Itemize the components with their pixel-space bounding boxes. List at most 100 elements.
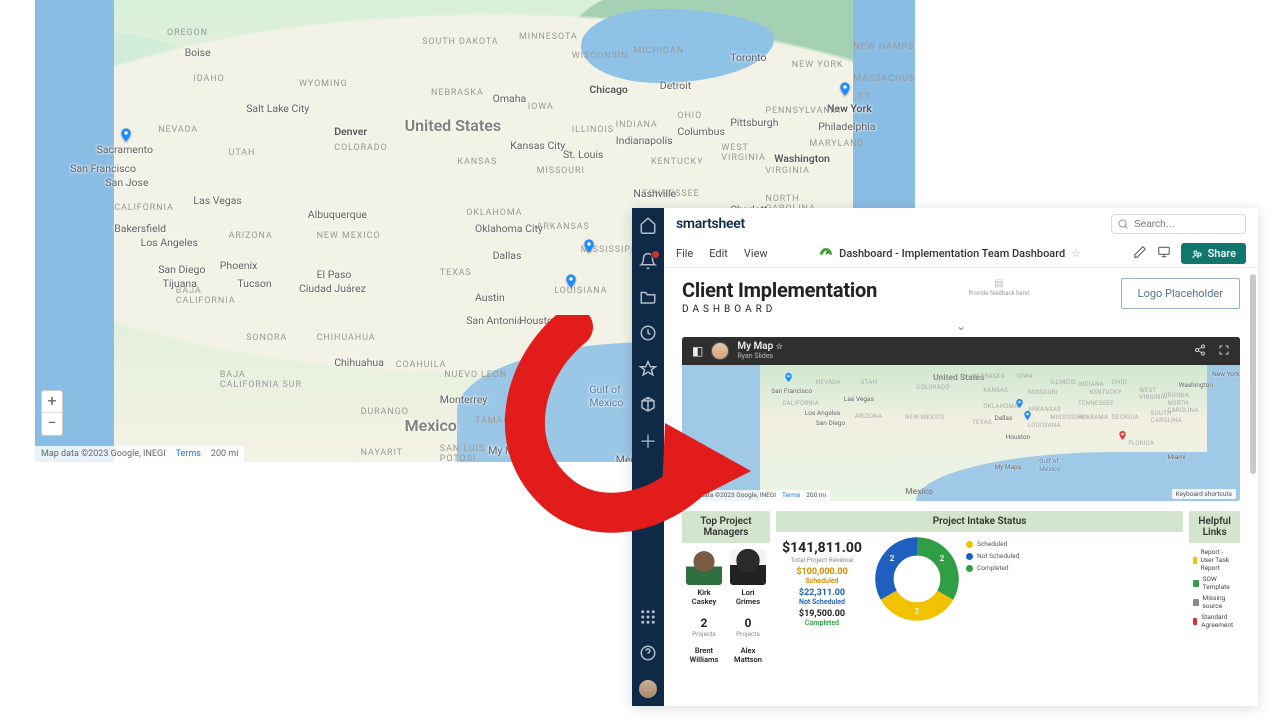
widgets-row: Top Project Managers Kirk Caskey Lori Gr…: [682, 511, 1240, 664]
mini-country-mx: Mexico: [905, 487, 933, 497]
search-input[interactable]: [1111, 214, 1246, 234]
donut-legend: Scheduled Not Scheduled Completed: [966, 536, 1019, 572]
helpful-link[interactable]: Standard Agreement: [1193, 613, 1236, 629]
apps-icon[interactable]: [639, 608, 657, 626]
state-label: ARIZONA: [229, 231, 273, 241]
city-label: Pittsburgh: [730, 116, 778, 129]
city-label: Chicago: [589, 83, 627, 96]
map-pin-icon[interactable]: [118, 127, 134, 143]
map-pin-icon[interactable]: [563, 273, 579, 289]
star-icon[interactable]: ☆: [776, 342, 783, 351]
share-icon[interactable]: [1194, 344, 1206, 359]
terms-link[interactable]: Terms: [176, 446, 201, 462]
mini-state-label: NEW MEXICO: [905, 414, 945, 421]
smartsheet-window: ＋ smartsheet File Edit View Dashboard - …: [632, 208, 1258, 706]
gauge-icon: [819, 247, 833, 261]
mini-map-pin-icon[interactable]: [783, 372, 794, 383]
mini-city-label: Los Angeles: [805, 409, 840, 417]
panel-icon[interactable]: ◧: [692, 344, 703, 358]
helpful-link[interactable]: Report - User Task Report: [1193, 548, 1236, 572]
state-label: NEW YORK: [792, 60, 844, 70]
state-label: KANSAS: [457, 157, 497, 167]
menu-view[interactable]: View: [744, 247, 768, 260]
helpful-link[interactable]: SOW Template: [1193, 575, 1236, 591]
feedback-link[interactable]: ▤ Provide feedback here!: [968, 278, 1029, 297]
state-label: NEBRASKA: [431, 88, 484, 98]
mini-state-label: VIRGINIA: [1162, 392, 1189, 399]
embed-titlebar: ◧ My Map ☆ Ryan Slides: [682, 337, 1240, 365]
city-label: Tijuana: [163, 277, 197, 290]
star-icon[interactable]: [639, 360, 657, 378]
city-label: Philadelphia: [818, 120, 875, 133]
state-label: NUEVO LEON: [444, 370, 507, 380]
help-icon[interactable]: [639, 644, 657, 662]
embedded-map-canvas[interactable]: United States Mexico Gulf of Mexico San …: [682, 365, 1240, 501]
widget-intake-status: Project Intake Status $141,811.00 Total …: [776, 511, 1183, 664]
city-label: Denver: [334, 125, 367, 138]
chevron-down-icon[interactable]: ⌄: [682, 319, 1240, 333]
city-label: Phoenix: [220, 259, 258, 272]
mini-zoom-in[interactable]: +: [687, 458, 699, 471]
menu-edit[interactable]: Edit: [709, 247, 728, 260]
mini-state-label: NEVADA: [816, 379, 841, 386]
city-label: Detroit: [660, 79, 691, 92]
link-icon: [1193, 557, 1196, 564]
mini-city-label: Las Vegas: [844, 395, 874, 403]
mini-map-pin-icon[interactable]: [1014, 398, 1025, 409]
recent-icon[interactable]: [639, 324, 657, 342]
edit-icon[interactable]: [1133, 245, 1147, 262]
bell-icon[interactable]: [639, 252, 657, 270]
mini-city-label: San Francisco: [771, 387, 812, 395]
share-button[interactable]: Share: [1181, 243, 1246, 264]
topbar: smartsheet: [664, 208, 1258, 240]
gulf-label: Gulf of Mexico: [589, 383, 623, 409]
map-pin-icon[interactable]: [837, 81, 853, 97]
city-label: Indianapolis: [616, 134, 673, 147]
avatar-icon[interactable]: [639, 680, 657, 698]
folder-icon[interactable]: [639, 288, 657, 306]
donut-chart: 2 2 2: [874, 536, 960, 622]
mini-city-label: Washington: [1179, 381, 1213, 389]
city-label: San Antonio: [466, 314, 523, 327]
mini-map-pin-icon[interactable]: [1117, 430, 1128, 441]
city-label: Monterrey: [440, 393, 487, 406]
state-label: MASSACHUSETTS: [853, 74, 915, 84]
map-zoom: + −: [41, 390, 63, 436]
fullscreen-icon[interactable]: [1218, 344, 1230, 359]
embedded-map-widget: ◧ My Map ☆ Ryan Slides United Stat: [682, 337, 1240, 501]
link-icon: [1193, 599, 1198, 606]
menubar: File Edit View Dashboard - Implementatio…: [664, 240, 1258, 268]
zoom-out[interactable]: −: [42, 413, 62, 435]
country-label-us: United States: [405, 116, 502, 135]
mini-city-label: Dallas: [994, 414, 1012, 422]
page-title: Client Implementation: [682, 278, 877, 302]
city-label: Los Angeles: [141, 236, 198, 249]
menu-file[interactable]: File: [676, 247, 693, 260]
map-pin-icon[interactable]: [581, 238, 597, 254]
mini-city-label: My Maps: [994, 463, 1021, 471]
page-subtitle: DASHBOARD: [682, 304, 877, 315]
keyboard-shortcuts[interactable]: Keyboard shortcuts: [1172, 489, 1236, 499]
state-label: CHIHUAHUA: [317, 333, 376, 343]
present-icon[interactable]: [1157, 245, 1171, 262]
mini-map-pin-icon[interactable]: [1022, 410, 1033, 421]
search-icon: [1117, 218, 1129, 230]
home-icon[interactable]: [639, 216, 657, 234]
mini-city-label: San Diego: [816, 419, 845, 427]
helpful-link[interactable]: Missing source: [1193, 594, 1236, 610]
zoom-in[interactable]: +: [42, 391, 62, 413]
mini-zoom-out[interactable]: −: [687, 471, 699, 484]
state-label: DURANGO: [361, 407, 409, 417]
mini-terms[interactable]: Terms: [782, 490, 800, 501]
nav-rail: ＋: [632, 208, 664, 706]
city-label: Tucson: [237, 277, 271, 290]
state-label: MINNESOTA: [519, 32, 578, 42]
city-label: Bakersfield: [114, 222, 166, 235]
workapp-icon[interactable]: [639, 396, 657, 414]
state-label: OKLAHOMA: [466, 208, 522, 218]
state-label: INDIANA: [616, 120, 658, 130]
plus-icon[interactable]: ＋: [639, 432, 657, 450]
star-outline-icon[interactable]: ☆: [1071, 247, 1081, 260]
state-label: SONORA: [246, 333, 287, 343]
scrollbar[interactable]: [1250, 274, 1256, 654]
